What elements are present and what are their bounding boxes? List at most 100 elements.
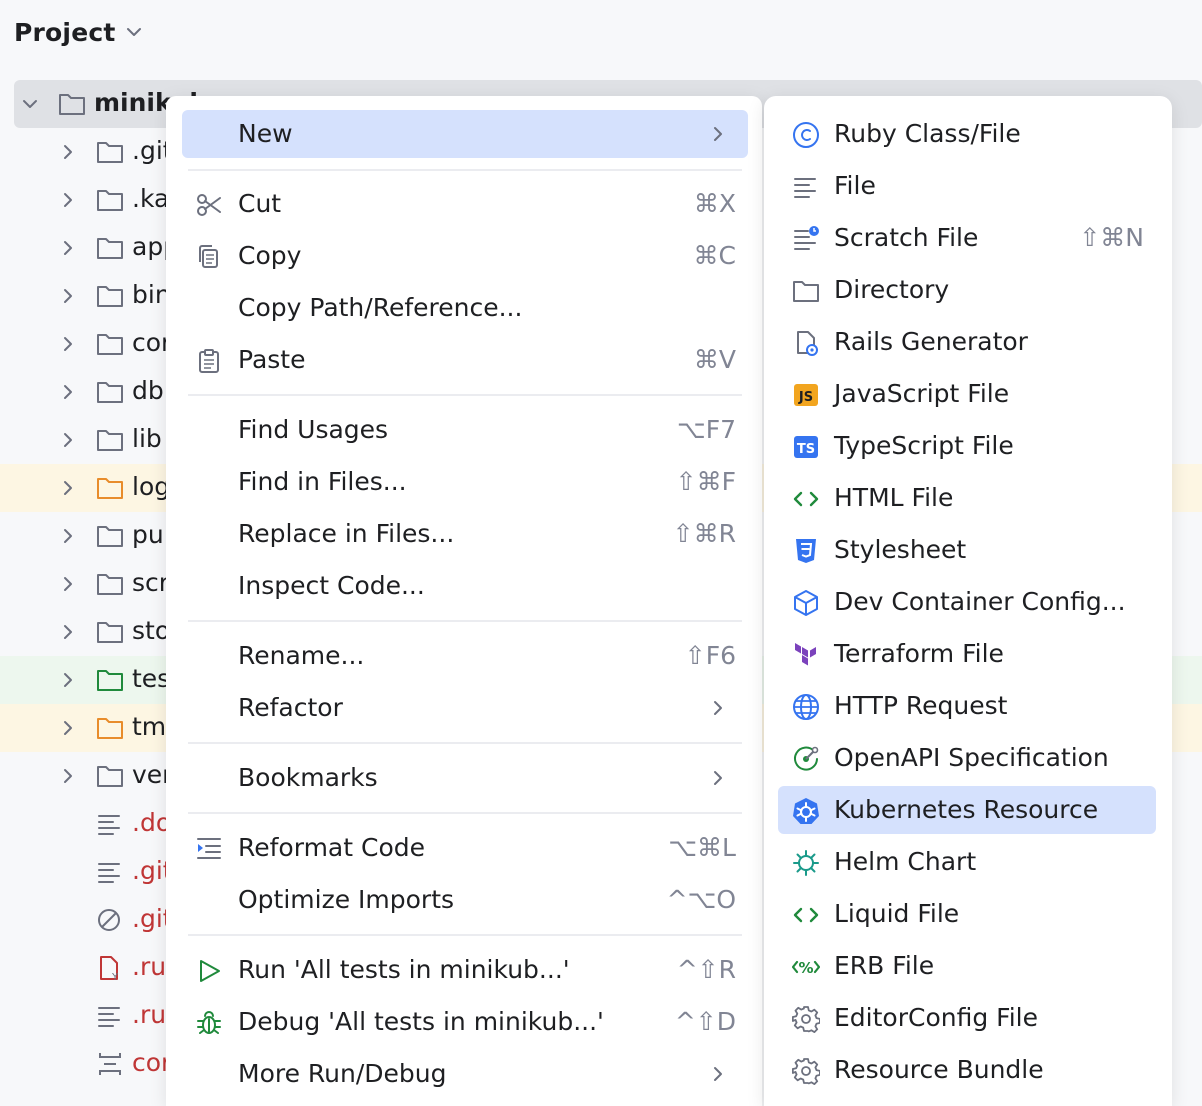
menu-item-label: Find in Files...	[238, 467, 407, 496]
folder-icon	[96, 763, 124, 789]
submenu-item-javascript-file[interactable]: JS JavaScript File	[778, 370, 1156, 418]
javascript-icon: JS	[792, 381, 820, 409]
chevron-right-icon[interactable]	[56, 140, 80, 164]
tree-row-label: db	[132, 376, 164, 405]
menu-item-label: Copy Path/Reference...	[238, 293, 523, 322]
chevron-down-icon[interactable]	[18, 92, 42, 116]
menu-separator	[188, 394, 742, 396]
tree-row-label: tes	[132, 664, 171, 693]
menu-item-label: Replace in Files...	[238, 519, 455, 548]
gear-icon	[792, 1005, 820, 1033]
menu-item-replace-in-files[interactable]: Replace in Files... ⇧⌘R	[182, 510, 748, 558]
chevron-right-icon[interactable]	[56, 716, 80, 740]
submenu-item-http-request[interactable]: HTTP Request	[778, 682, 1156, 730]
submenu-item-kubernetes-resource[interactable]: Kubernetes Resource	[778, 786, 1156, 834]
scratch-file-icon	[792, 225, 820, 253]
chevron-down-icon[interactable]	[124, 21, 146, 43]
menu-item-run[interactable]: Run 'All tests in minikub...' ^⇧R	[182, 946, 748, 994]
config-file-icon	[96, 1051, 124, 1077]
submenu-item-label: Helm Chart	[834, 847, 977, 876]
chevron-right-icon[interactable]	[56, 476, 80, 500]
submenu-item-editorconfig-file[interactable]: EditorConfig File	[778, 994, 1156, 1042]
chevron-right-icon[interactable]	[56, 284, 80, 308]
chevron-right-icon[interactable]	[56, 332, 80, 356]
chevron-right-icon[interactable]	[56, 380, 80, 404]
menu-item-cut[interactable]: Cut ⌘X	[182, 180, 748, 228]
submenu-item-label: ERB File	[834, 951, 935, 980]
chevron-right-icon[interactable]	[56, 764, 80, 788]
submenu-item-label: OpenAPI Specification	[834, 743, 1109, 772]
submenu-item-rails-generator[interactable]: Rails Generator	[778, 318, 1156, 366]
submenu-item-label: Resource Bundle	[834, 1055, 1044, 1084]
menu-item-rename[interactable]: Rename... ⇧F6	[182, 632, 748, 680]
submenu-item-typescript-file[interactable]: TS TypeScript File	[778, 422, 1156, 470]
menu-separator	[188, 169, 742, 171]
project-panel-title: Project	[14, 17, 116, 47]
submenu-item-terraform-file[interactable]: Terraform File	[778, 630, 1156, 678]
menu-item-find-in-files[interactable]: Find in Files... ⇧⌘F	[182, 458, 748, 506]
chevron-right-icon[interactable]	[56, 572, 80, 596]
submenu-item-label: File	[834, 171, 876, 200]
menu-item-find-usages[interactable]: Find Usages ⌥F7	[182, 406, 748, 454]
file-icon	[792, 173, 820, 201]
openapi-icon	[792, 745, 820, 773]
menu-item-shortcut: ^⇧D	[674, 1007, 736, 1036]
submenu-item-ruby-class-file[interactable]: Ruby Class/File	[778, 110, 1156, 158]
menu-item-label: More Run/Debug	[238, 1059, 447, 1088]
copy-icon	[196, 244, 222, 270]
folder-icon	[792, 277, 820, 305]
menu-item-new[interactable]: New	[182, 110, 748, 158]
menu-item-debug[interactable]: Debug 'All tests in minikub...' ^⇧D	[182, 998, 748, 1046]
menu-item-copy[interactable]: Copy ⌘C	[182, 232, 748, 280]
menu-item-optimize-imports[interactable]: Optimize Imports ^⌥O	[182, 876, 748, 924]
menu-item-inspect-code[interactable]: Inspect Code...	[182, 562, 748, 610]
submenu-item-directory[interactable]: Directory	[778, 266, 1156, 314]
menu-item-reformat-code[interactable]: Reformat Code ⌥⌘L	[182, 824, 748, 872]
menu-item-copy-path[interactable]: Copy Path/Reference...	[182, 284, 748, 332]
submenu-item-label: EditorConfig File	[834, 1003, 1038, 1032]
chevron-right-icon[interactable]	[56, 188, 80, 212]
submenu-item-dev-container-config[interactable]: Dev Container Config...	[778, 578, 1156, 626]
typescript-icon: TS	[792, 433, 820, 461]
submenu-item-label: TypeScript File	[834, 431, 1014, 460]
terraform-icon	[792, 641, 820, 669]
submenu-item-liquid-file[interactable]: Liquid File	[778, 890, 1156, 938]
menu-item-shortcut: ⇧F6	[684, 641, 736, 670]
submenu-item-resource-bundle[interactable]: Resource Bundle	[778, 1046, 1156, 1094]
submenu-item-label: Directory	[834, 275, 950, 304]
folder-icon	[96, 139, 124, 165]
menu-item-bookmarks[interactable]: Bookmarks	[182, 754, 748, 802]
submenu-item-erb-file[interactable]: % ERB File	[778, 942, 1156, 990]
menu-item-shortcut: ⌥⌘L	[668, 833, 736, 862]
submenu-item-stylesheet[interactable]: Stylesheet	[778, 526, 1156, 574]
submenu-item-openapi-specification[interactable]: OpenAPI Specification	[778, 734, 1156, 782]
bug-icon	[196, 1010, 222, 1036]
menu-item-label: Copy	[238, 241, 302, 270]
file-icon	[96, 1003, 124, 1029]
submenu-item-scratch-file[interactable]: Scratch File ⇧⌘N	[778, 214, 1156, 262]
menu-item-label: Optimize Imports	[238, 885, 455, 914]
menu-item-shortcut: ⇧⌘R	[672, 519, 736, 548]
tree-row-label: .ka	[132, 184, 170, 213]
menu-item-paste[interactable]: Paste ⌘V	[182, 336, 748, 384]
menu-separator	[188, 620, 742, 622]
menu-item-refactor[interactable]: Refactor	[182, 684, 748, 732]
chevron-right-icon[interactable]	[56, 668, 80, 692]
chevron-right-icon[interactable]	[56, 620, 80, 644]
submenu-item-html-file[interactable]: HTML File	[778, 474, 1156, 522]
chevron-right-icon[interactable]	[56, 236, 80, 260]
chevron-right-icon[interactable]	[56, 524, 80, 548]
liquid-icon	[792, 901, 820, 929]
submenu-item-label: Ruby Class/File	[834, 119, 1021, 148]
menu-item-label: Bookmarks	[238, 763, 378, 792]
submenu-item-file[interactable]: File	[778, 162, 1156, 210]
submenu-item-helm-chart[interactable]: Helm Chart	[778, 838, 1156, 886]
menu-separator	[188, 742, 742, 744]
project-panel-header[interactable]: Project	[14, 14, 146, 50]
file-icon	[96, 859, 124, 885]
menu-item-more-run-debug[interactable]: More Run/Debug	[182, 1050, 748, 1098]
submenu-item-label: HTML File	[834, 483, 954, 512]
chevron-right-icon[interactable]	[56, 428, 80, 452]
menu-item-label: Reformat Code	[238, 833, 425, 862]
menu-item-shortcut: ⌥F7	[676, 415, 736, 444]
